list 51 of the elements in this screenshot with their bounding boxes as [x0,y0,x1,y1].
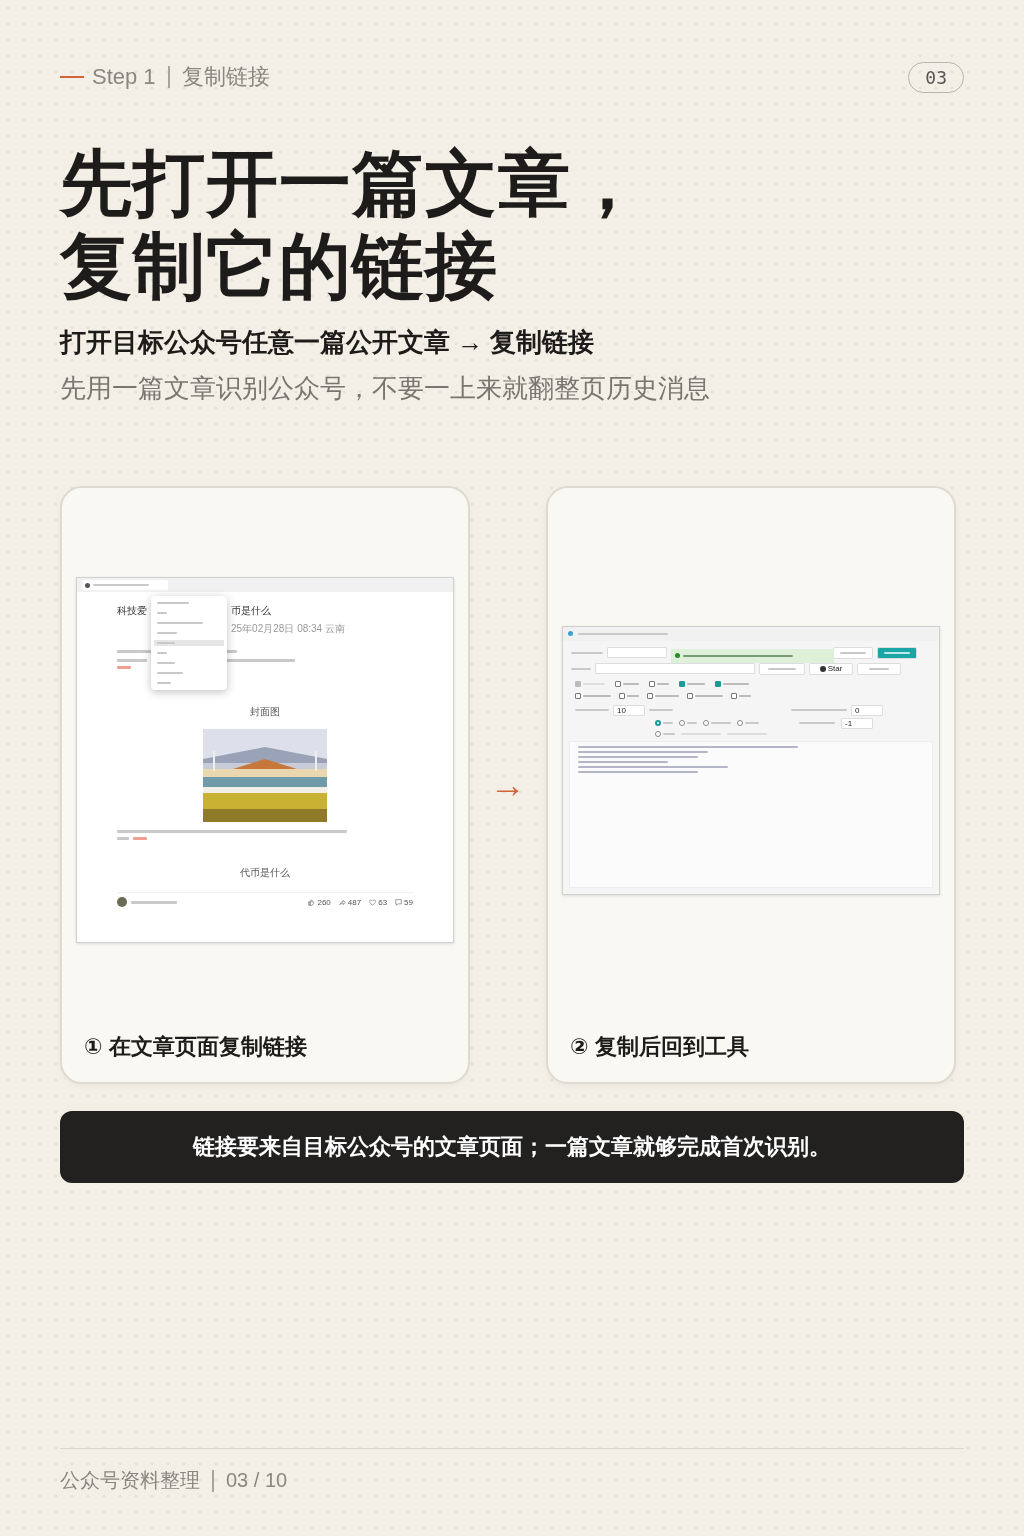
footer-page: 03 / 10 [226,1469,288,1492]
heart-icon [369,898,377,906]
radio-button[interactable] [679,720,685,726]
share-icon [338,898,346,906]
card-caption: ① 在文章页面复制链接 [83,1033,308,1061]
url-field[interactable] [607,647,667,658]
footer-source: 公众号资料整理 [60,1468,200,1493]
section-label: 复制链接 [181,63,270,91]
radio-button[interactable] [703,720,709,726]
stat-count: 63 [378,897,388,907]
stat-count: 260 [317,897,331,907]
get-id-button[interactable] [833,646,873,659]
comment-icon [395,898,403,906]
app-icon [568,631,573,636]
checkbox[interactable] [679,680,685,687]
download-button[interactable] [877,646,917,659]
checkbox[interactable] [575,692,581,699]
checkbox[interactable] [647,692,653,699]
card-caption: ② 复制后回到工具 [569,1033,750,1061]
checkbox[interactable] [731,692,737,699]
count-field[interactable]: 0 [851,704,883,716]
page-field[interactable]: -1 [841,717,873,729]
avatar-icon [117,897,127,907]
note-banner: 链接要来自目标公众号的文章页面；一篇文章就够完成首次识别。 [60,1111,964,1183]
article-title: 币是什么 [231,604,271,618]
radio-button[interactable] [655,730,661,737]
description: 先用一篇文章识别公众号，不要一上来就翻整页历史消息 [60,372,711,405]
arrow: → [489,764,527,806]
export-button[interactable] [857,662,901,675]
article-title: 科技爱 [117,604,147,618]
step-label: Step 1 [92,64,156,90]
radio-button[interactable] [655,720,661,726]
star-button[interactable]: Star [809,662,853,675]
checkbox[interactable] [715,680,721,687]
stat-count: 487 [347,897,362,907]
checkbox[interactable] [615,680,621,687]
subtitle: 打开目标公众号任意一篇公开文章 → 复制链接 [60,326,596,359]
wait-field[interactable]: 10 [613,704,645,716]
radio-button[interactable] [737,720,743,726]
checkbox[interactable] [687,692,693,699]
like-icon [308,898,316,906]
checkbox[interactable] [619,692,625,699]
browser-tab[interactable] [82,580,168,590]
article-date: 25年02月28日 08:34 云南 [231,622,345,636]
figure-caption: 封面图 [249,705,281,719]
stat-count: 59 [404,897,413,907]
settings-field[interactable] [595,663,755,674]
headline: 复制它的链接 [60,225,499,308]
headline: 先打开一篇文章， [60,142,645,225]
checkbox[interactable] [649,680,655,687]
section-heading: 代币是什么 [239,866,291,880]
